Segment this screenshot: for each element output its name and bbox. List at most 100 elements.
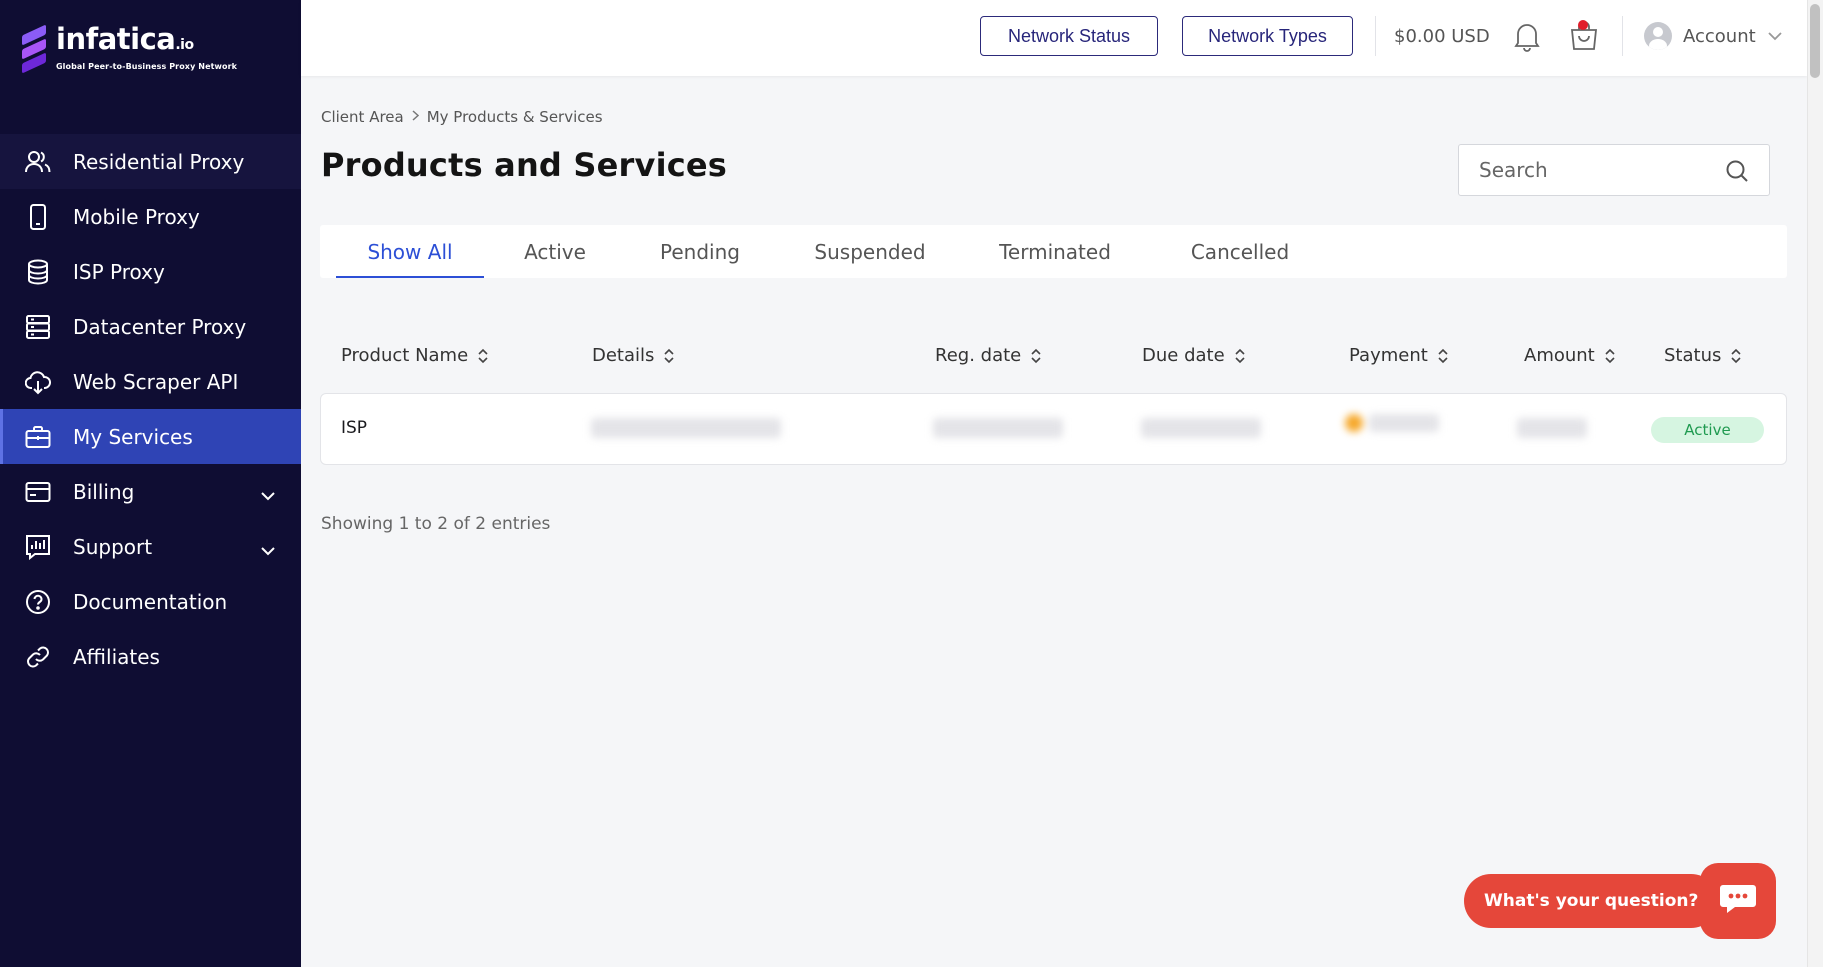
avatar <box>1644 22 1672 50</box>
sort-icon <box>1605 348 1615 363</box>
column-header-label: Payment <box>1349 345 1428 366</box>
sidebar-item-residential-proxy[interactable]: Residential Proxy <box>0 134 301 189</box>
sidebar-item-my-services[interactable]: My Services <box>0 409 301 464</box>
phone-icon <box>24 203 52 231</box>
sidebar-item-label: Documentation <box>73 589 228 614</box>
network-status-button[interactable]: Network Status <box>980 16 1158 56</box>
sidebar-item-documentation[interactable]: Documentation <box>0 574 301 629</box>
sidebar-item-label: ISP Proxy <box>73 259 165 284</box>
column-header-due-date[interactable]: Due date <box>1142 345 1245 366</box>
tab-active[interactable]: Active <box>500 225 610 278</box>
credit-card-icon <box>24 478 52 506</box>
sidebar-item-label: Support <box>73 534 153 559</box>
logo-tagline: Global Peer-to-Business Proxy Network <box>56 62 238 71</box>
help-circle-icon <box>24 588 52 616</box>
database-icon <box>24 258 52 286</box>
sort-icon <box>1031 348 1041 363</box>
sidebar-item-label: Datacenter Proxy <box>73 314 247 339</box>
account-menu[interactable]: Account <box>1644 22 1782 50</box>
tab-cancelled[interactable]: Cancelled <box>1160 225 1320 278</box>
due-date-cell-redacted <box>1141 418 1261 438</box>
sidebar-item-datacenter-proxy[interactable]: Datacenter Proxy <box>0 299 301 354</box>
column-header-label: Details <box>592 345 655 366</box>
tab-suspended[interactable]: Suspended <box>790 225 950 278</box>
cloud-download-icon <box>24 368 52 396</box>
column-header-label: Due date <box>1142 345 1225 366</box>
chevron-down-icon <box>1768 31 1782 41</box>
sort-icon <box>1731 348 1741 363</box>
breadcrumb: Client Area My Products & Services <box>321 108 603 126</box>
logo[interactable]: infatica.io Global Peer-to-Business Prox… <box>20 24 237 76</box>
table-row[interactable]: ISP Active <box>320 393 1787 465</box>
logo-suffix: .io <box>175 37 194 53</box>
search-icon[interactable] <box>1725 159 1749 187</box>
status-badge: Active <box>1651 417 1764 443</box>
bell-icon[interactable] <box>1513 20 1541 56</box>
column-header-label: Status <box>1664 345 1722 366</box>
chat-icon <box>1719 883 1757 919</box>
account-balance: $0.00 USD <box>1394 26 1490 47</box>
status-tabs: Show All Active Pending Suspended Termin… <box>320 225 1787 278</box>
column-header-payment[interactable]: Payment <box>1349 345 1448 366</box>
briefcase-icon <box>24 423 52 451</box>
chevron-down-icon <box>261 537 275 561</box>
account-label: Account <box>1683 25 1756 47</box>
amount-cell-redacted <box>1517 418 1587 438</box>
link-icon <box>24 643 52 671</box>
chat-launcher-button[interactable] <box>1700 863 1776 939</box>
sidebar-item-label: Web Scraper API <box>73 369 239 394</box>
reg-date-cell-redacted <box>933 418 1063 438</box>
column-header-reg-date[interactable]: Reg. date <box>935 345 1041 366</box>
chat-prompt-bubble[interactable]: What's your question? <box>1464 874 1729 928</box>
search-box <box>1458 144 1770 196</box>
column-header-product-name[interactable]: Product Name <box>341 345 488 366</box>
sidebar-item-isp-proxy[interactable]: ISP Proxy <box>0 244 301 299</box>
sort-icon <box>664 348 674 363</box>
sidebar-nav: Residential Proxy Mobile Proxy ISP Proxy… <box>0 134 301 684</box>
column-header-label: Amount <box>1524 345 1595 366</box>
sidebar-item-label: Residential Proxy <box>73 149 245 174</box>
tab-show-all[interactable]: Show All <box>336 225 484 278</box>
payment-cell-redacted <box>1345 414 1439 432</box>
payment-method-icon <box>1345 414 1363 432</box>
tab-pending[interactable]: Pending <box>640 225 760 278</box>
column-header-details[interactable]: Details <box>592 345 674 366</box>
sidebar-item-billing[interactable]: Billing <box>0 464 301 519</box>
sidebar-item-affiliates[interactable]: Affiliates <box>0 629 301 684</box>
logo-name: infatica <box>56 22 176 56</box>
sidebar-item-web-scraper-api[interactable]: Web Scraper API <box>0 354 301 409</box>
scrollbar-track[interactable] <box>1807 0 1823 967</box>
chart-icon <box>24 533 52 561</box>
sidebar-item-label: Affiliates <box>73 644 160 669</box>
sidebar-item-support[interactable]: Support <box>0 519 301 574</box>
column-header-status[interactable]: Status <box>1664 345 1741 366</box>
breadcrumb-client-area[interactable]: Client Area <box>321 108 404 126</box>
sidebar-item-mobile-proxy[interactable]: Mobile Proxy <box>0 189 301 244</box>
sort-icon <box>1438 348 1448 363</box>
chevron-right-icon <box>412 109 419 125</box>
cart-notification-dot <box>1578 20 1588 30</box>
server-icon <box>24 313 52 341</box>
product-name-cell: ISP <box>341 418 368 438</box>
sidebar-item-label: My Services <box>73 424 193 449</box>
topbar: Network Status Network Types $0.00 USD A… <box>301 0 1807 76</box>
chevron-down-icon <box>261 482 275 506</box>
tab-terminated[interactable]: Terminated <box>970 225 1140 278</box>
page-title: Products and Services <box>321 146 728 184</box>
users-icon <box>24 148 52 176</box>
column-header-label: Reg. date <box>935 345 1022 366</box>
breadcrumb-current: My Products & Services <box>426 108 603 126</box>
details-cell-redacted <box>591 418 781 438</box>
sidebar-item-label: Billing <box>73 479 135 504</box>
entries-info: Showing 1 to 2 of 2 entries <box>321 514 551 534</box>
network-types-button[interactable]: Network Types <box>1182 16 1353 56</box>
column-header-label: Product Name <box>341 345 469 366</box>
sidebar: infatica.io Global Peer-to-Business Prox… <box>0 0 301 967</box>
column-header-amount[interactable]: Amount <box>1524 345 1615 366</box>
topbar-divider <box>1375 16 1376 56</box>
sort-icon <box>478 348 488 363</box>
logo-mark-icon <box>20 24 48 76</box>
search-input[interactable] <box>1459 145 1699 195</box>
sort-icon <box>1235 348 1245 363</box>
scrollbar-thumb[interactable] <box>1810 4 1820 78</box>
